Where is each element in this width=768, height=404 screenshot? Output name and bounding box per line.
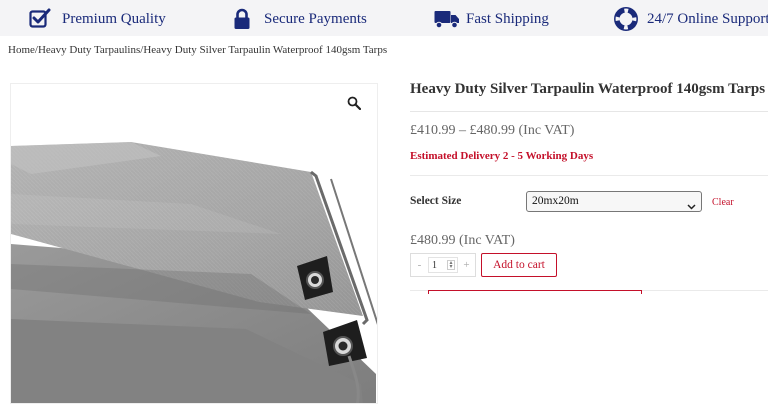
truck-icon — [434, 7, 460, 31]
features-bar: Premium Quality Secure Payments Fast Shi… — [0, 0, 768, 36]
price-range: £410.99 – £480.99 (Inc VAT) — [410, 123, 575, 138]
feature-label: Fast Shipping — [466, 10, 549, 27]
checkbox-icon — [28, 7, 52, 31]
size-label: Select Size — [410, 195, 462, 207]
quantity-input[interactable]: 1 ▴ ▾ — [428, 257, 458, 273]
product-image-gallery[interactable] — [10, 83, 378, 404]
add-to-cart-button[interactable]: Add to cart — [481, 253, 557, 277]
quantity-decrease-button[interactable]: - — [411, 259, 428, 271]
quantity-stepper: - 1 ▴ ▾ + — [410, 253, 476, 277]
breadcrumb-current: Heavy Duty Silver Tarpaulin Waterproof 1… — [143, 44, 388, 56]
clear-selection-link[interactable]: Clear — [712, 197, 734, 208]
feature-label: 24/7 Online Support — [647, 10, 768, 27]
feature-label: Secure Payments — [264, 10, 367, 27]
product-image[interactable] — [11, 84, 378, 404]
quantity-value: 1 — [432, 259, 437, 271]
feature-online-support: 24/7 Online Support — [614, 6, 768, 32]
lifebuoy-icon — [614, 7, 638, 31]
feature-premium-quality: Premium Quality — [28, 6, 166, 32]
delivery-estimate: Estimated Delivery 2 - 5 Working Days — [410, 150, 594, 162]
feature-fast-shipping: Fast Shipping — [434, 6, 549, 32]
breadcrumb-home-link[interactable]: Home — [8, 44, 35, 56]
size-select[interactable]: 20mx20m — [526, 191, 702, 212]
partial-button-outline — [428, 290, 642, 294]
divider — [410, 111, 768, 112]
divider — [410, 175, 768, 176]
quantity-increase-button[interactable]: + — [458, 259, 475, 271]
feature-label: Premium Quality — [62, 10, 166, 27]
product-title: Heavy Duty Silver Tarpaulin Waterproof 1… — [410, 81, 766, 97]
zoom-icon[interactable] — [347, 96, 363, 112]
chevron-down-icon — [687, 198, 696, 217]
spin-arrows-icon[interactable]: ▴ ▾ — [447, 260, 455, 270]
lock-icon — [230, 7, 254, 31]
breadcrumb-category-link[interactable]: Heavy Duty Tarpaulins — [38, 44, 140, 56]
breadcrumb: Home/Heavy Duty Tarpaulins/Heavy Duty Si… — [8, 44, 387, 56]
feature-secure-payments: Secure Payments — [230, 6, 367, 32]
size-select-value: 20mx20m — [532, 195, 579, 207]
selected-variation-price: £480.99 (Inc VAT) — [410, 233, 515, 248]
